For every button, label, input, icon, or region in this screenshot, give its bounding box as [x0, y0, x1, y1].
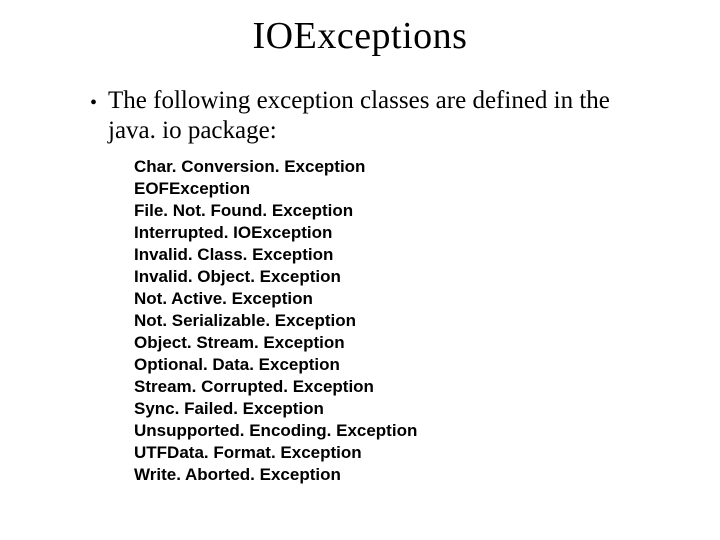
- bullet-item: • The following exception classes are de…: [90, 86, 660, 146]
- list-item: Char. Conversion. Exception: [134, 156, 660, 178]
- list-item: File. Not. Found. Exception: [134, 200, 660, 222]
- slide-body: • The following exception classes are de…: [0, 58, 720, 486]
- list-item: Object. Stream. Exception: [134, 332, 660, 354]
- list-item: Interrupted. IOException: [134, 222, 660, 244]
- list-item: Unsupported. Encoding. Exception: [134, 420, 660, 442]
- list-item: Write. Aborted. Exception: [134, 464, 660, 486]
- slide-title: IOExceptions: [0, 0, 720, 58]
- list-item: UTFData. Format. Exception: [134, 442, 660, 464]
- list-item: Invalid. Class. Exception: [134, 244, 660, 266]
- exception-class-list: Char. Conversion. Exception EOFException…: [90, 156, 660, 486]
- list-item: Sync. Failed. Exception: [134, 398, 660, 420]
- slide: IOExceptions • The following exception c…: [0, 0, 720, 540]
- bullet-text: The following exception classes are defi…: [108, 86, 660, 146]
- list-item: Stream. Corrupted. Exception: [134, 376, 660, 398]
- list-item: Not. Active. Exception: [134, 288, 660, 310]
- list-item: Optional. Data. Exception: [134, 354, 660, 376]
- list-item: EOFException: [134, 178, 660, 200]
- bullet-marker: •: [90, 88, 108, 118]
- list-item: Invalid. Object. Exception: [134, 266, 660, 288]
- list-item: Not. Serializable. Exception: [134, 310, 660, 332]
